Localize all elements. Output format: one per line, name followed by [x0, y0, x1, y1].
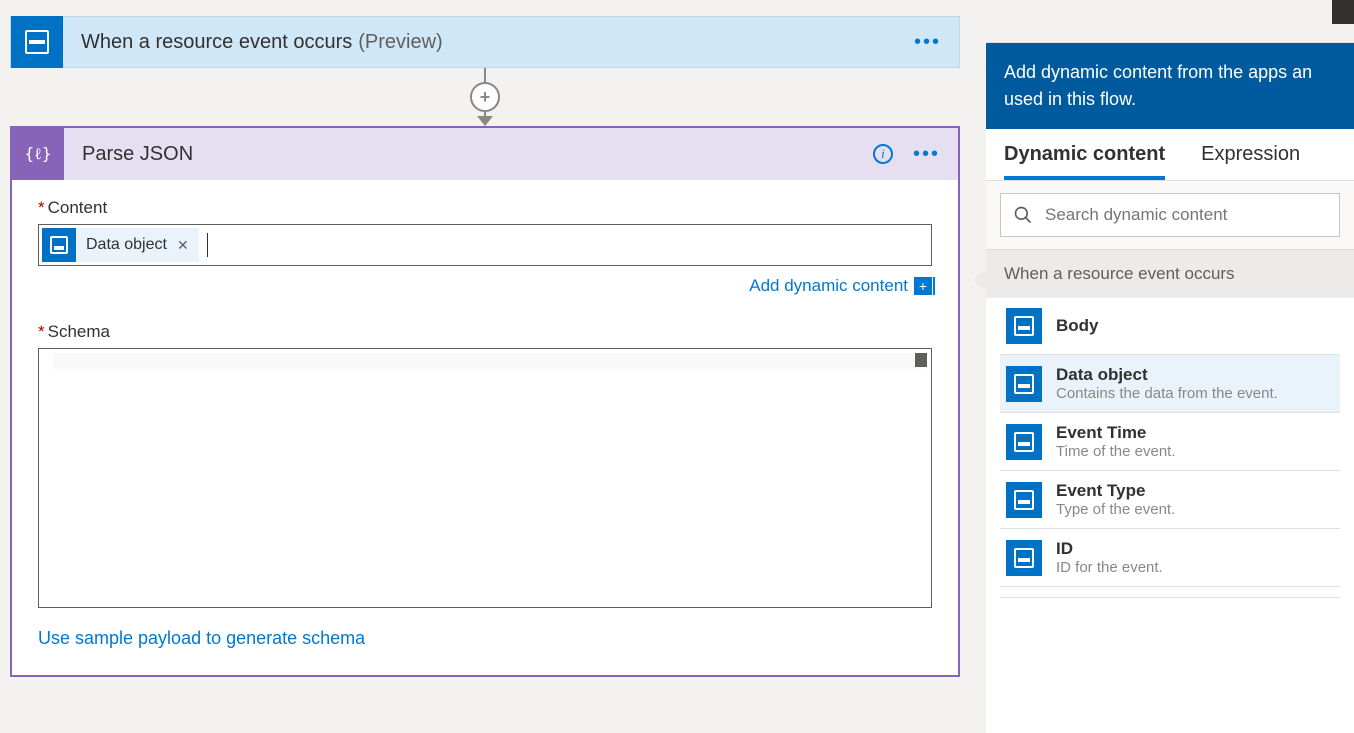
- corner-indicator: [1332, 0, 1354, 24]
- search-input[interactable]: [1045, 205, 1327, 225]
- eventgrid-icon: [1006, 424, 1042, 460]
- tab-dynamic-content[interactable]: Dynamic content: [1004, 143, 1165, 180]
- dc-title: Data object: [1056, 365, 1278, 385]
- dynamic-content-list: Body Data object Contains the data from …: [986, 298, 1354, 598]
- dc-desc: Time of the event.: [1056, 443, 1176, 460]
- info-icon[interactable]: i: [873, 144, 893, 164]
- panel-banner: Add dynamic content from the apps an use…: [986, 43, 1354, 129]
- group-header: When a resource event occurs: [986, 250, 1354, 298]
- eventgrid-icon: [11, 16, 63, 68]
- schema-label: *Schema: [38, 322, 932, 342]
- panel-tabs: Dynamic content Expression: [986, 129, 1354, 181]
- dc-desc: Contains the data from the event.: [1056, 385, 1278, 402]
- dc-item-data-object[interactable]: Data object Contains the data from the e…: [1000, 355, 1340, 413]
- content-label: *Content: [38, 198, 932, 218]
- trigger-title: When a resource event occurs: [81, 31, 352, 54]
- tab-expression[interactable]: Expression: [1201, 143, 1300, 180]
- dc-item-id[interactable]: ID ID for the event.: [1000, 529, 1340, 587]
- flow-canvas: When a resource event occurs (Preview) •…: [10, 16, 960, 677]
- search-box[interactable]: [1000, 193, 1340, 237]
- dc-title: Event Time: [1056, 423, 1176, 443]
- dc-item-event-type[interactable]: Event Type Type of the event.: [1000, 471, 1340, 529]
- parse-json-card: {ℓ} Parse JSON i ••• *Content Data objec…: [10, 126, 960, 677]
- eventgrid-icon: [1006, 482, 1042, 518]
- action-more-button[interactable]: •••: [913, 143, 940, 166]
- action-header[interactable]: {ℓ} Parse JSON i •••: [12, 128, 958, 180]
- token-remove-button[interactable]: ✕: [177, 237, 189, 254]
- connector: +: [10, 68, 960, 126]
- search-icon: [1013, 205, 1033, 225]
- dc-item-body[interactable]: Body: [1000, 298, 1340, 355]
- dynamic-content-panel: Add dynamic content from the apps an use…: [986, 42, 1354, 733]
- sample-payload-link[interactable]: Use sample payload to generate schema: [38, 628, 365, 648]
- schema-textarea[interactable]: [38, 348, 932, 608]
- token-label: Data object: [86, 236, 167, 254]
- dc-desc: Type of the event.: [1056, 501, 1175, 518]
- trigger-preview-label: (Preview): [358, 31, 442, 54]
- dc-item-event-time[interactable]: Event Time Time of the event.: [1000, 413, 1340, 471]
- data-object-token[interactable]: Data object ✕: [42, 228, 199, 262]
- dc-title: Body: [1056, 316, 1099, 336]
- action-title: Parse JSON: [82, 143, 193, 166]
- arrow-down-icon: [477, 116, 493, 126]
- content-input[interactable]: Data object ✕: [38, 224, 932, 266]
- add-dynamic-content-link[interactable]: Add dynamic content: [749, 276, 908, 296]
- eventgrid-icon: [1006, 540, 1042, 576]
- trigger-more-button[interactable]: •••: [914, 31, 941, 54]
- json-icon: {ℓ}: [12, 128, 64, 180]
- add-step-button[interactable]: +: [470, 82, 500, 112]
- dc-title: ID: [1056, 539, 1163, 559]
- eventgrid-icon: [1006, 308, 1042, 344]
- eventgrid-icon: [1006, 366, 1042, 402]
- text-cursor: [207, 233, 208, 257]
- dc-desc: ID for the event.: [1056, 559, 1163, 576]
- dc-title: Event Type: [1056, 481, 1175, 501]
- trigger-card[interactable]: When a resource event occurs (Preview) •…: [10, 16, 960, 68]
- plus-icon[interactable]: +: [914, 277, 932, 295]
- eventgrid-icon: [42, 228, 76, 262]
